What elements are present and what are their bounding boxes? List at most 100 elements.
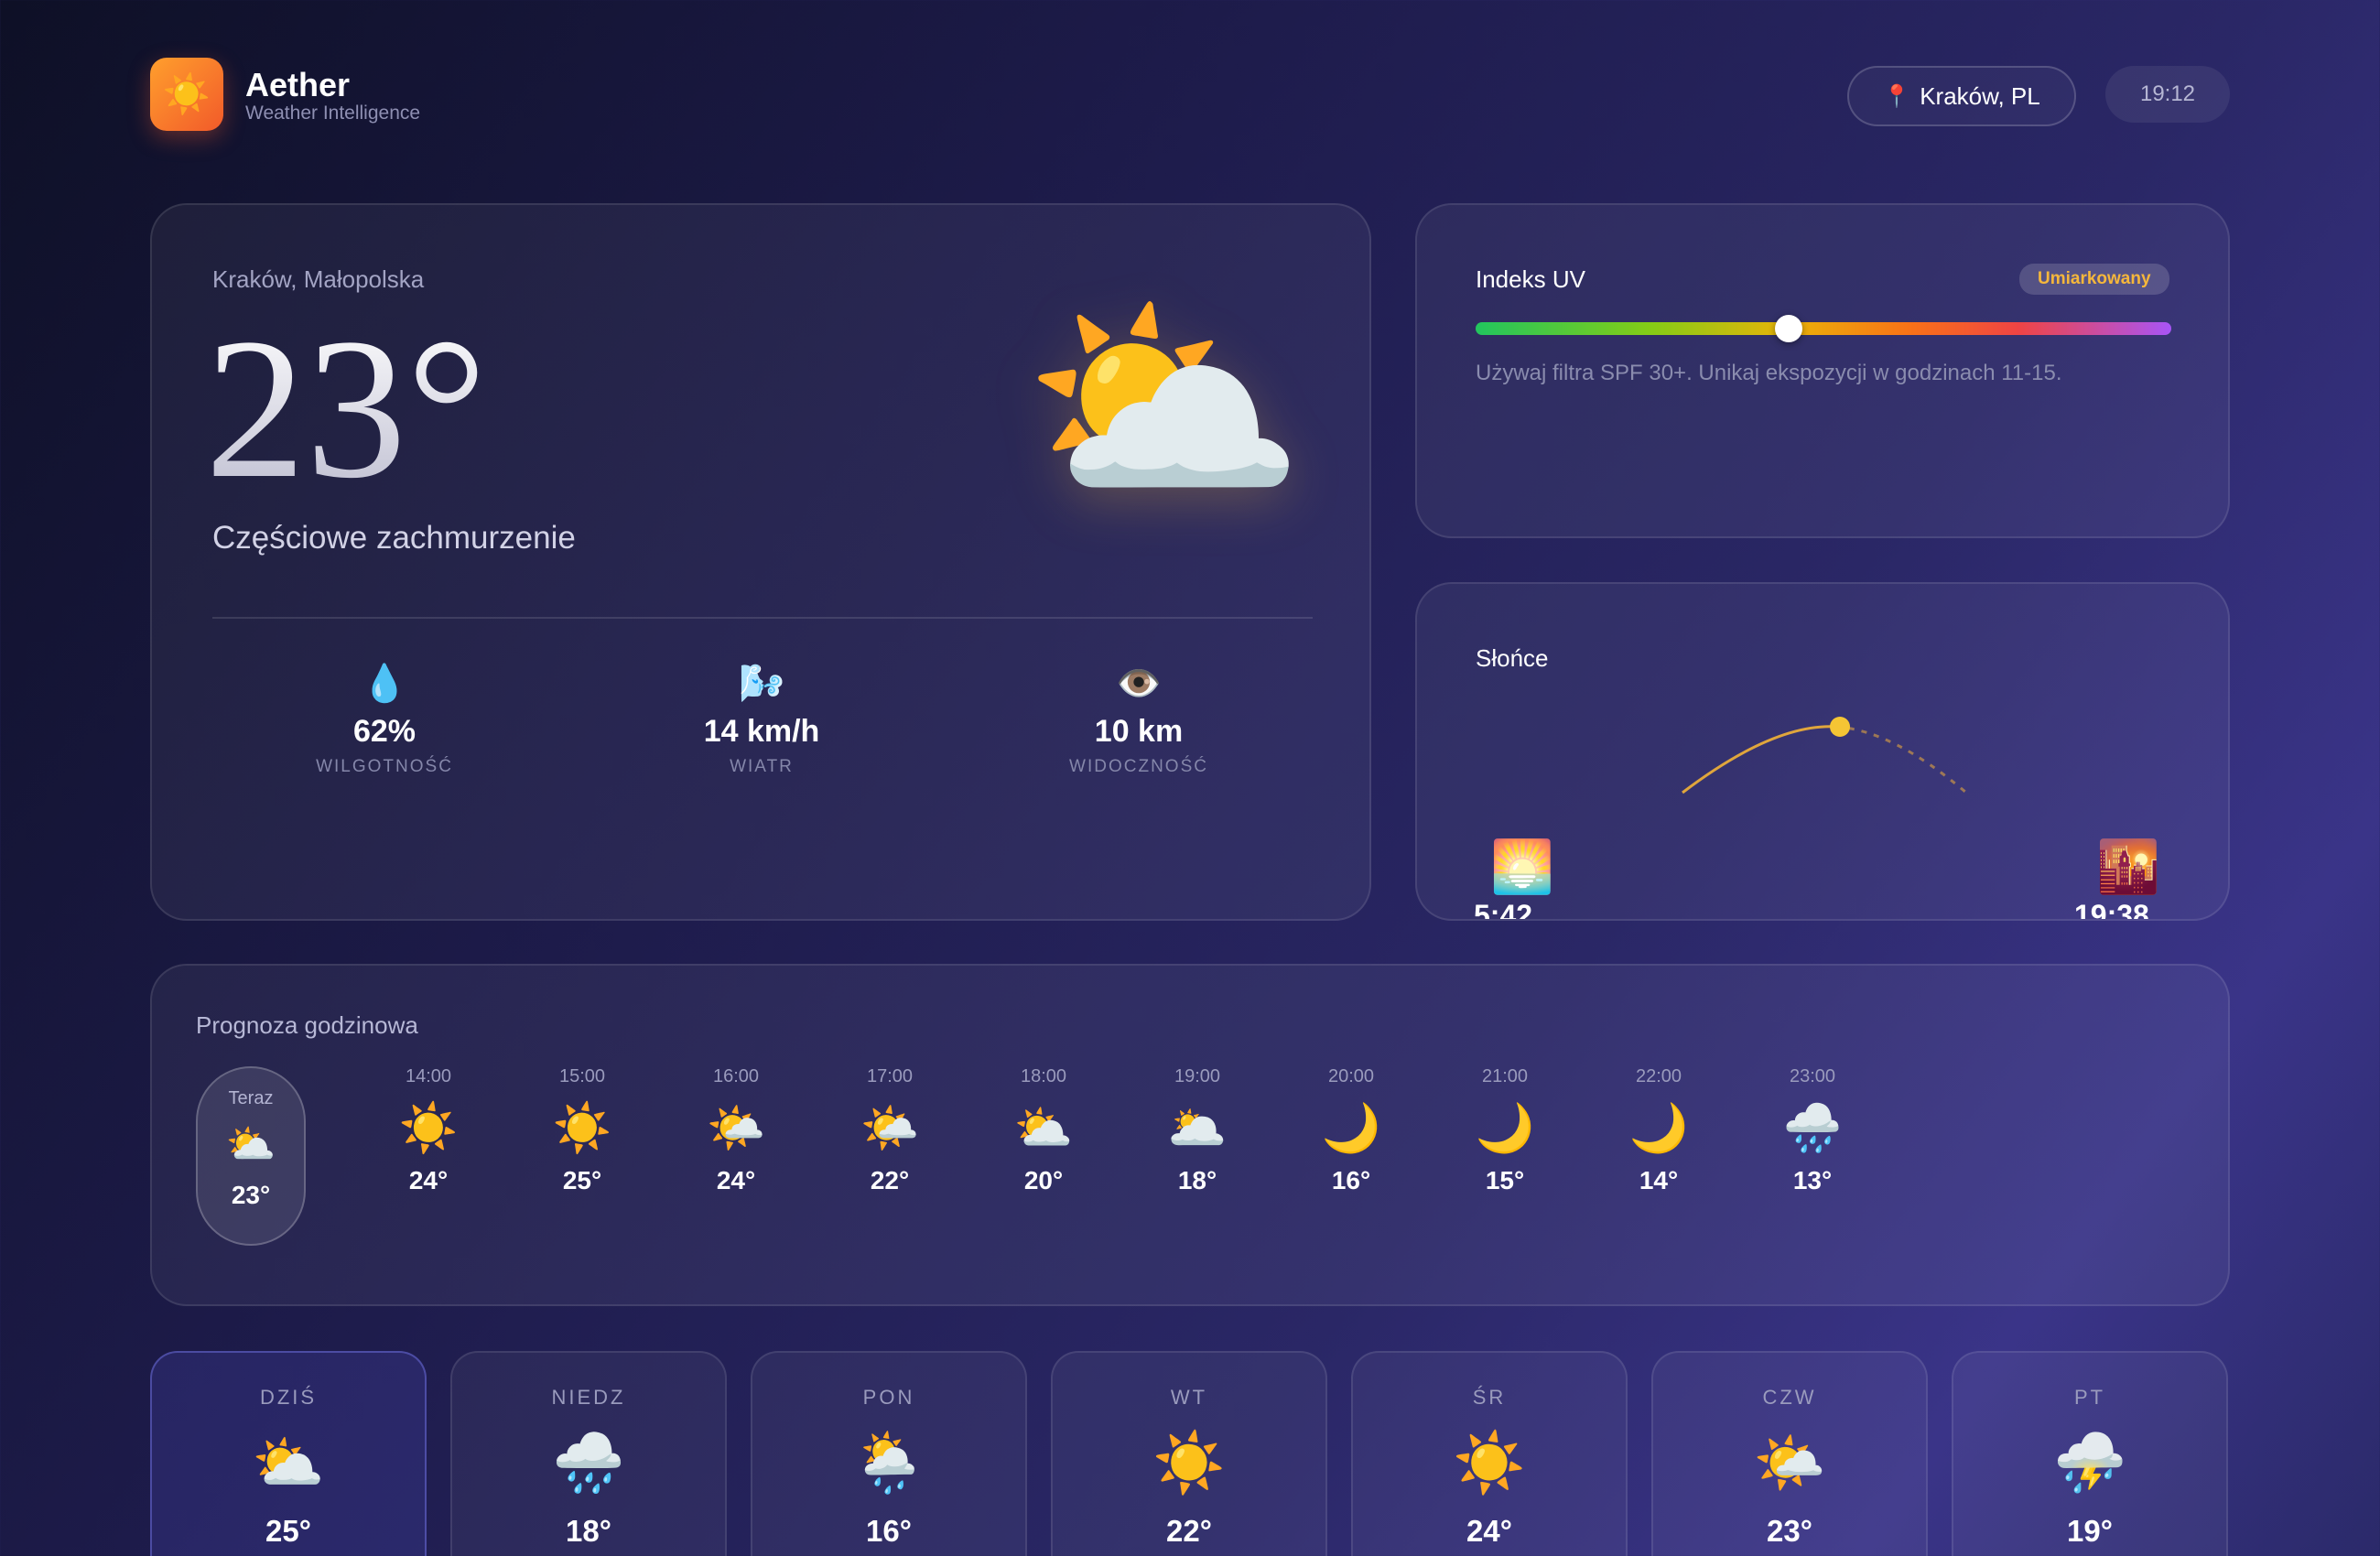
- hour-temperature: 16°: [1331, 1166, 1371, 1194]
- hour-time: 17:00: [866, 1066, 914, 1086]
- sunset-icon: 🌇: [2096, 837, 2160, 895]
- day-card[interactable]: PON 🌦️ 16°: [751, 1351, 1027, 1556]
- sun-path-elapsed: [1682, 725, 1837, 794]
- app-logo: ☀️: [150, 58, 223, 131]
- moon-icon: 🌙: [1475, 1102, 1535, 1155]
- hour-temperature: 14°: [1639, 1166, 1679, 1194]
- sunset-time: 19:38: [2074, 899, 2149, 921]
- day-temperature: 23°: [1767, 1514, 1812, 1548]
- day-card[interactable]: NIEDZ 🌧️ 18°: [450, 1351, 727, 1556]
- hourly-title: Prognoza godzinowa: [196, 1011, 418, 1039]
- day-temperature: 19°: [2067, 1514, 2113, 1548]
- visibility-value: 10 km: [1094, 714, 1184, 749]
- rain-icon: 🌧️: [1782, 1102, 1843, 1155]
- sunrise-icon: 🌅: [1490, 837, 1554, 895]
- uv-advice: Używaj filtra SPF 30+. Unikaj ekspozycji…: [1476, 361, 2062, 385]
- city-name: Kraków, Małopolska: [212, 265, 425, 293]
- visibility-label: WIDOCZNOŚĆ: [1069, 757, 1208, 776]
- uv-level-indicator: [1775, 315, 1802, 342]
- eye-icon: 👁️: [1116, 664, 1162, 704]
- app-title: Aether: [245, 66, 351, 103]
- hour-time: 22:00: [1635, 1066, 1682, 1086]
- day-name: ŚR: [1472, 1386, 1507, 1409]
- uv-title: Indeks UV: [1476, 265, 1585, 293]
- wind-value: 14 km/h: [703, 714, 820, 749]
- hour-item[interactable]: 20:00 🌙 16°: [1296, 1066, 1406, 1195]
- moon-icon: 🌙: [1321, 1102, 1381, 1155]
- sunrise-time: 5:42: [1474, 899, 1533, 921]
- day-name: CZW: [1762, 1386, 1817, 1409]
- uv-index-card: Indeks UV Umiarkowany Używaj filtra SPF …: [1415, 203, 2230, 538]
- sun-small-cloud-icon: 🌤️: [860, 1102, 920, 1155]
- hour-temperature: 25°: [562, 1166, 602, 1194]
- location-label: Kraków, PL: [1920, 81, 2040, 110]
- hour-time: 15:00: [558, 1066, 606, 1086]
- day-card[interactable]: ŚR ☀️ 24°: [1351, 1351, 1628, 1556]
- hour-item[interactable]: 15:00 ☀️ 25°: [527, 1066, 637, 1195]
- partly-cloudy-icon: ⛅: [1013, 1102, 1074, 1155]
- hour-item[interactable]: 21:00 🌙 15°: [1450, 1066, 1560, 1195]
- divider: [212, 617, 1313, 619]
- hour-item[interactable]: 22:00 🌙 14°: [1604, 1066, 1714, 1195]
- hour-item[interactable]: 18:00 ⛅ 20°: [989, 1066, 1098, 1195]
- day-card[interactable]: WT ☀️ 22°: [1051, 1351, 1327, 1556]
- hour-temperature: 18°: [1177, 1166, 1217, 1194]
- location-pin-icon: 📍: [1883, 83, 1911, 109]
- partly-cloudy-icon: ⛅: [252, 1430, 325, 1496]
- partly-cloudy-icon: ⛅: [225, 1122, 276, 1167]
- day-temperature: 16°: [866, 1514, 912, 1548]
- uv-level-badge: Umiarkowany: [2019, 264, 2169, 295]
- hourly-forecast-card: Prognoza godzinowa Teraz ⛅ 23° 14:00 ☀️ 24…: [150, 964, 2230, 1306]
- hour-item[interactable]: 14:00 ☀️ 24°: [373, 1066, 483, 1195]
- sun-small-cloud-icon: 🌤️: [1753, 1430, 1826, 1496]
- sun-icon: ☀️: [398, 1102, 459, 1155]
- wind-icon: 🌬️: [739, 664, 784, 704]
- hour-time: 23:00: [1789, 1066, 1836, 1086]
- location-selector-button[interactable]: 📍 Kraków, PL: [1847, 66, 2076, 126]
- hour-label: Teraz: [228, 1088, 274, 1108]
- sun-card: Słońce 🌅 🌇 5:42 19:38: [1415, 582, 2230, 921]
- hour-temperature: 24°: [716, 1166, 756, 1194]
- day-name: DZIŚ: [259, 1386, 318, 1409]
- humidity-stat: 💧 62% WILGOTNOŚĆ: [247, 661, 522, 777]
- hour-item-now[interactable]: Teraz ⛅ 23°: [196, 1066, 306, 1246]
- cloudy-icon: 🌥️: [1167, 1102, 1228, 1155]
- sun-position-marker: [1830, 717, 1850, 737]
- hour-temperature: 20°: [1023, 1166, 1064, 1194]
- hour-time: 19:00: [1174, 1066, 1221, 1086]
- hour-item[interactable]: 16:00 🌤️ 24°: [681, 1066, 791, 1195]
- partly-cloudy-icon: ⛅: [1022, 274, 1307, 529]
- thunderstorm-icon: ⛈️: [2053, 1430, 2126, 1496]
- day-card[interactable]: PT ⛈️ 19°: [1952, 1351, 2228, 1556]
- humidity-label: WILGOTNOŚĆ: [316, 757, 453, 776]
- hour-time: 14:00: [405, 1066, 452, 1086]
- wind-label: WIATR: [730, 757, 794, 776]
- uv-scale-bar: [1476, 322, 2171, 335]
- sun-path-remaining: [1835, 725, 1967, 794]
- hour-temperature: 15°: [1485, 1166, 1525, 1194]
- sun-icon: ☀️: [162, 71, 211, 115]
- app-tagline: Weather Intelligence: [245, 103, 421, 124]
- weather-condition: Częściowe zachmurzenie: [212, 520, 576, 556]
- hour-temperature: 23°: [231, 1181, 271, 1209]
- hour-time: 21:00: [1481, 1066, 1529, 1086]
- hour-item[interactable]: 19:00 🌥️ 18°: [1142, 1066, 1252, 1195]
- moon-icon: 🌙: [1628, 1102, 1689, 1155]
- humidity-value: 62%: [352, 714, 416, 749]
- day-card[interactable]: CZW 🌤️ 23°: [1651, 1351, 1928, 1556]
- day-temperature: 24°: [1466, 1514, 1512, 1548]
- sun-icon: ☀️: [552, 1102, 612, 1155]
- droplet-icon: 💧: [362, 664, 407, 704]
- day-card[interactable]: DZIŚ ⛅ 25°: [150, 1351, 427, 1556]
- day-temperature: 25°: [265, 1514, 311, 1548]
- day-name: WT: [1170, 1386, 1208, 1409]
- hour-item[interactable]: 17:00 🌤️ 22°: [835, 1066, 945, 1195]
- current-temperature: 23°: [205, 297, 487, 520]
- hour-temperature: 13°: [1792, 1166, 1833, 1194]
- current-time: 19:12: [2105, 66, 2230, 123]
- hour-time: 18:00: [1020, 1066, 1067, 1086]
- day-name: PT: [2073, 1386, 2106, 1409]
- sun-icon: ☀️: [1453, 1430, 1526, 1496]
- hour-item[interactable]: 23:00 🌧️ 13°: [1758, 1066, 1867, 1195]
- sun-icon: ☀️: [1152, 1430, 1226, 1496]
